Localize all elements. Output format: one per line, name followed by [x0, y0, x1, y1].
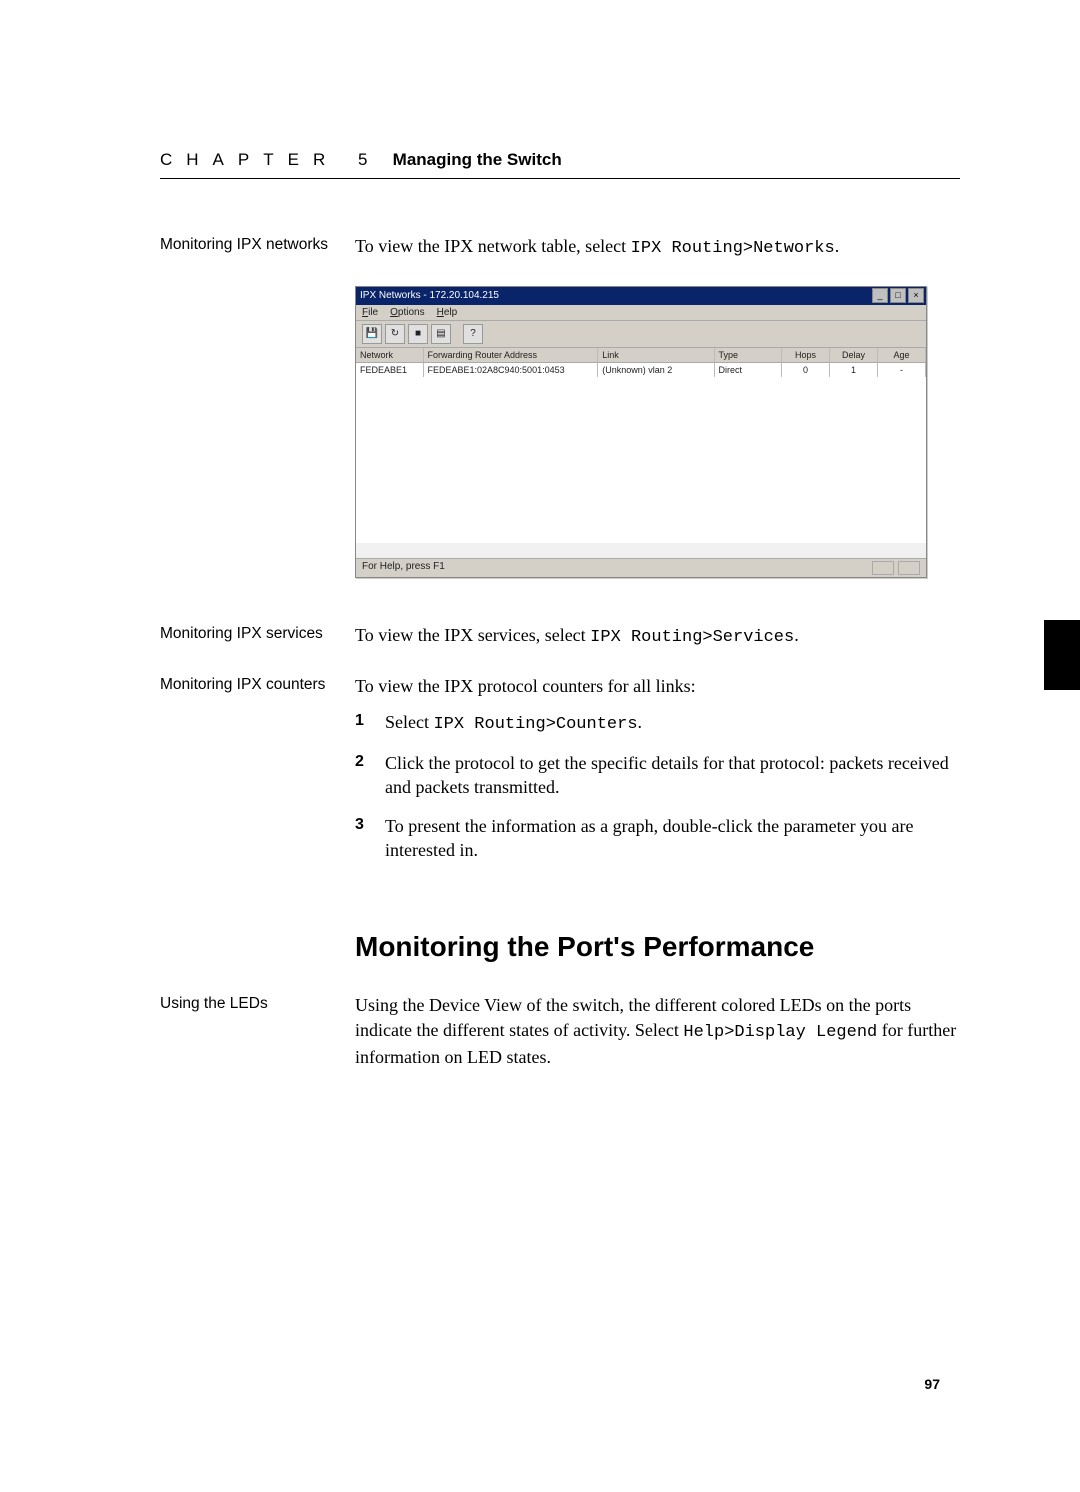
close-icon[interactable]: × — [908, 288, 924, 303]
col-link[interactable]: Link — [598, 348, 714, 362]
status-pane — [898, 561, 920, 575]
step-number: 1 — [355, 710, 385, 732]
body-ipx-counters: To view the IPX protocol counters for al… — [355, 674, 960, 876]
side-label-ipx-services: Monitoring IPX services — [160, 623, 355, 645]
text: . — [638, 712, 643, 732]
col-hops[interactable]: Hops — [782, 348, 830, 362]
step-item: 2 Click the protocol to get the specific… — [355, 751, 960, 800]
table-body: FEDEABE1 FEDEABE1:02A8C940:5001:0453 (Un… — [356, 363, 926, 543]
table-header: Network Forwarding Router Address Link T… — [356, 348, 926, 363]
cell-age: - — [878, 363, 926, 377]
text: . — [835, 236, 840, 256]
intro-text: To view the IPX protocol counters for al… — [355, 674, 960, 698]
text: . — [794, 625, 799, 645]
step-text: To present the information as a graph, d… — [385, 814, 960, 863]
menu-options[interactable]: Options — [390, 307, 424, 318]
section-heading-port-performance: Monitoring the Port's Performance — [355, 931, 960, 963]
chapter-title: Managing the Switch — [393, 150, 562, 169]
window-title: IPX Networks - 172.20.104.215 — [360, 290, 499, 301]
save-icon[interactable]: 💾 — [362, 324, 382, 344]
chapter-label: CHAPTER 5 — [160, 150, 381, 169]
text: To view the IPX services, select — [355, 625, 590, 645]
col-network[interactable]: Network — [356, 348, 424, 362]
cell-network: FEDEABE1 — [356, 363, 424, 377]
cell-hops: 0 — [782, 363, 830, 377]
window-titlebar: IPX Networks - 172.20.104.215 _ □ × — [356, 287, 926, 305]
text: To view the IPX network table, select — [355, 236, 631, 256]
help-icon[interactable]: ? — [463, 324, 483, 344]
step-number: 3 — [355, 814, 385, 836]
code-path: IPX Routing>Networks — [631, 239, 835, 258]
menu-file[interactable]: File — [362, 307, 378, 318]
body-ipx-services: To view the IPX services, select IPX Rou… — [355, 623, 960, 650]
cell-link: (Unknown) vlan 2 — [598, 363, 714, 377]
step-text: Click the protocol to get the specific d… — [385, 751, 960, 800]
status-text: For Help, press F1 — [362, 561, 445, 575]
col-type[interactable]: Type — [715, 348, 783, 362]
maximize-icon[interactable]: □ — [890, 288, 906, 303]
filter-icon[interactable]: ▤ — [431, 324, 451, 344]
code-path: IPX Routing>Services — [590, 628, 794, 647]
thumb-tab — [1044, 620, 1080, 690]
window-toolbar: 💾 ↻ ■ ▤ ? — [356, 321, 926, 348]
page-number: 97 — [924, 1376, 940, 1392]
code-path: Help>Display Legend — [683, 1023, 877, 1042]
chapter-header: CHAPTER 5 Managing the Switch — [160, 150, 960, 179]
step-item: 1 Select IPX Routing>Counters. — [355, 710, 960, 737]
cell-type: Direct — [715, 363, 783, 377]
menu-help[interactable]: Help — [437, 307, 458, 318]
side-label-using-leds: Using the LEDs — [160, 993, 355, 1015]
text: Select — [385, 712, 433, 732]
col-forwarding-router[interactable]: Forwarding Router Address — [424, 348, 599, 362]
step-number: 2 — [355, 751, 385, 773]
ipx-networks-window: IPX Networks - 172.20.104.215 _ □ × File… — [355, 286, 927, 578]
table-row[interactable]: FEDEABE1 FEDEABE1:02A8C940:5001:0453 (Un… — [356, 363, 926, 377]
col-age[interactable]: Age — [878, 348, 926, 362]
status-pane — [872, 561, 894, 575]
refresh-icon[interactable]: ↻ — [385, 324, 405, 344]
body-using-leds: Using the Device View of the switch, the… — [355, 993, 960, 1069]
cell-delay: 1 — [830, 363, 878, 377]
window-menu-bar: File Options Help — [356, 305, 926, 321]
stop-icon[interactable]: ■ — [408, 324, 428, 344]
col-delay[interactable]: Delay — [830, 348, 878, 362]
side-label-ipx-counters: Monitoring IPX counters — [160, 674, 355, 696]
window-statusbar: For Help, press F1 — [356, 558, 926, 577]
side-label-ipx-networks: Monitoring IPX networks — [160, 234, 355, 256]
step-item: 3 To present the information as a graph,… — [355, 814, 960, 863]
minimize-icon[interactable]: _ — [872, 288, 888, 303]
cell-forwarding-router: FEDEABE1:02A8C940:5001:0453 — [424, 363, 599, 377]
body-ipx-networks: To view the IPX network table, select IP… — [355, 234, 960, 261]
code-path: IPX Routing>Counters — [433, 715, 637, 734]
